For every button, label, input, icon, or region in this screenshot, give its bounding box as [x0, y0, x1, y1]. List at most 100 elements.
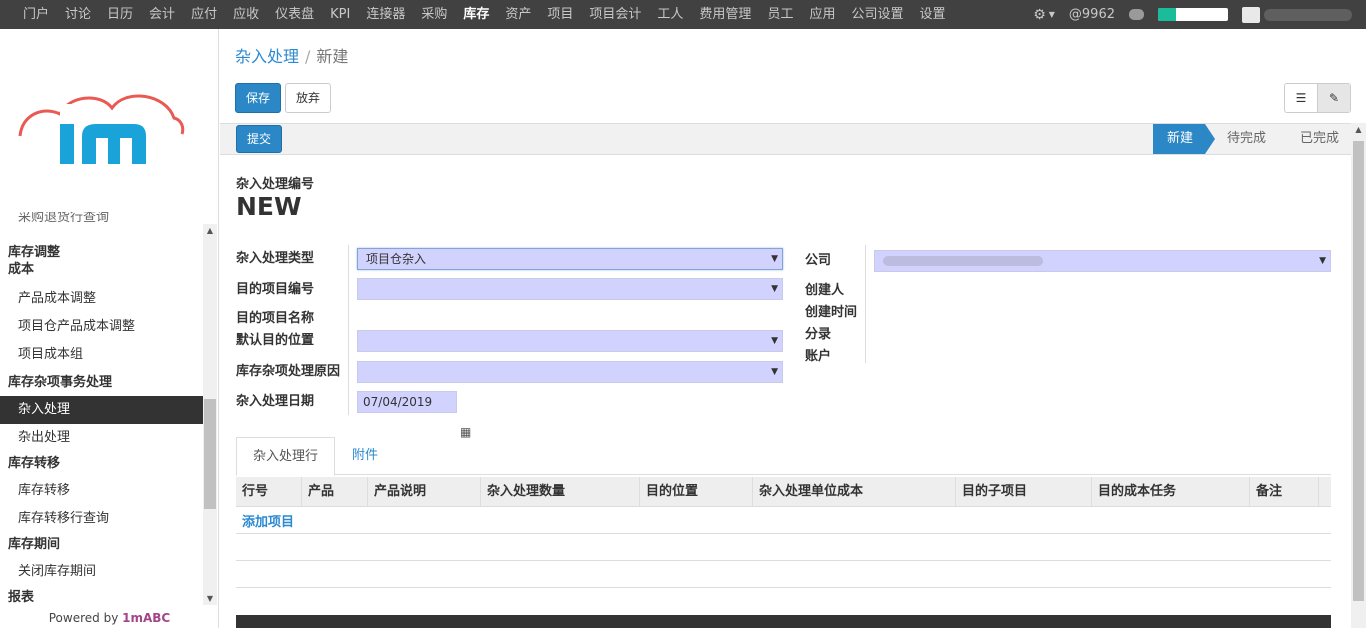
default-location-label: 默认目的位置: [236, 333, 315, 348]
app-logo: [18, 94, 185, 164]
sidebar-item-transfer-line-query[interactable]: 库存转移行查询: [0, 505, 203, 533]
sidebar-item-misc-issue[interactable]: 杂出处理: [0, 424, 203, 452]
menu-calendar[interactable]: 日历: [99, 0, 141, 29]
menu-expense[interactable]: 费用管理: [691, 0, 759, 29]
caret-down-icon: ▼: [1048, 10, 1055, 19]
scroll-up-icon[interactable]: ▲: [1351, 125, 1366, 134]
menu-receivable[interactable]: 应收: [225, 0, 267, 29]
chat-icon: [1129, 9, 1144, 20]
settings-dropdown[interactable]: ⚙ ▼: [1033, 7, 1055, 23]
company-label: 公司: [805, 253, 832, 268]
created-time-label: 创建时间: [805, 305, 858, 320]
breadcrumb-parent[interactable]: 杂入处理: [235, 47, 299, 66]
company-select[interactable]: ▼: [874, 250, 1331, 272]
menu-purchase[interactable]: 采购: [413, 0, 455, 29]
date-input[interactable]: 07/04/2019: [357, 391, 457, 413]
counter-value: 9962: [1081, 7, 1115, 22]
sidebar-item-cut[interactable]: 采购退货行查询: [0, 212, 203, 228]
progress-indicator: [1158, 8, 1228, 21]
menu-project[interactable]: 项目: [539, 0, 581, 29]
default-location-select[interactable]: ▼: [357, 330, 783, 352]
chat-button[interactable]: [1129, 9, 1144, 20]
submit-button[interactable]: 提交: [236, 125, 282, 153]
progress-fill: [1158, 8, 1176, 21]
user-menu[interactable]: [1242, 6, 1352, 23]
date-label: 杂入处理日期: [236, 394, 315, 409]
menu-portal[interactable]: 门户: [15, 0, 57, 29]
sidebar-nav: 采购退货行查询 库存调整 成本 产品成本调整 项目仓产品成本调整 项目成本组 库…: [0, 212, 203, 607]
project-number-select[interactable]: ▼: [357, 278, 783, 300]
sidebar-item-project-cost-group[interactable]: 项目成本组: [0, 341, 203, 369]
menu-assets[interactable]: 资产: [497, 0, 539, 29]
account-label: 账户: [805, 349, 832, 364]
progress-bar: [1158, 8, 1228, 21]
col-description[interactable]: 产品说明: [368, 477, 481, 507]
menu-company-settings[interactable]: 公司设置: [843, 0, 911, 29]
powered-brand[interactable]: 1mABC: [122, 611, 170, 625]
gear-icon: ⚙: [1033, 6, 1046, 23]
col-notes[interactable]: 备注: [1250, 477, 1319, 507]
col-unit-cost[interactable]: 杂入处理单位成本: [753, 477, 956, 507]
menu-discuss[interactable]: 讨论: [57, 0, 99, 29]
date-value: 07/04/2019: [363, 395, 433, 409]
menu-inventory[interactable]: 库存: [455, 0, 497, 29]
add-item-link[interactable]: 添加项目: [242, 511, 294, 530]
col-sub-project[interactable]: 目的子项目: [956, 477, 1092, 507]
form-sheet: 杂入处理编号 NEW 杂入处理类型 目的项目编号 目的项目名称 默认目的位置 库…: [220, 156, 1351, 628]
table-row: [236, 534, 1331, 561]
col-line-no[interactable]: 行号: [236, 477, 302, 507]
dropdown-arrow-icon: ▼: [771, 336, 778, 346]
sidebar-scrollbar[interactable]: ▲ ▼: [203, 224, 217, 605]
top-menu-bar: 门户 讨论 日历 会计 应付 应收 仪表盘 KPI 连接器 采购 库存 资产 项…: [0, 0, 1366, 29]
menu-apps[interactable]: 应用: [801, 0, 843, 29]
col-cost-task[interactable]: 目的成本任务: [1092, 477, 1250, 507]
menu-connector[interactable]: 连接器: [358, 0, 413, 29]
right-separator: [865, 245, 866, 363]
mentions-counter[interactable]: @9962: [1069, 7, 1115, 22]
dropdown-arrow-icon: ▼: [771, 367, 778, 377]
sidebar-item-transfer[interactable]: 库存转移: [0, 477, 203, 505]
scroll-up-icon[interactable]: ▲: [203, 226, 217, 235]
col-quantity[interactable]: 杂入处理数量: [481, 477, 640, 507]
reason-label: 库存杂项处理原因: [236, 364, 341, 379]
sidebar-header-misc: 库存杂项事务处理: [8, 375, 113, 390]
sidebar-item-product-cost-adjust[interactable]: 产品成本调整: [0, 285, 203, 313]
stage-done[interactable]: 已完成: [1278, 124, 1351, 154]
creator-label: 创建人: [805, 283, 845, 298]
menu-worker[interactable]: 工人: [649, 0, 691, 29]
menu-payable[interactable]: 应付: [183, 0, 225, 29]
col-product[interactable]: 产品: [302, 477, 368, 507]
type-label: 杂入处理类型: [236, 251, 315, 266]
menu-kpi[interactable]: KPI: [322, 0, 358, 29]
status-bar: 提交 新建 待完成 已完成: [220, 123, 1351, 155]
sidebar-header-adjust: 库存调整: [8, 245, 61, 260]
menu-accounting[interactable]: 会计: [141, 0, 183, 29]
tab-attachments[interactable]: 附件: [336, 437, 394, 476]
reason-select[interactable]: ▼: [357, 361, 783, 383]
col-location[interactable]: 目的位置: [640, 477, 753, 507]
menu-settings[interactable]: 设置: [911, 0, 953, 29]
topbar-right: ⚙ ▼ @9962: [1033, 0, 1366, 29]
main-scrollbar[interactable]: ▲: [1351, 123, 1366, 628]
number-label: 杂入处理编号: [236, 177, 315, 192]
list-view-icon[interactable]: ☰: [1285, 84, 1317, 112]
sidebar-item-misc-receipt[interactable]: 杂入处理: [0, 396, 203, 424]
stage-pending[interactable]: 待完成: [1205, 124, 1278, 154]
type-select[interactable]: 项目仓杂入 ▼: [357, 248, 783, 270]
scrollbar-thumb[interactable]: [1353, 141, 1364, 601]
menu-employee[interactable]: 员工: [759, 0, 801, 29]
main-menu: 门户 讨论 日历 会计 应付 应收 仪表盘 KPI 连接器 采购 库存 资产 项…: [0, 0, 954, 29]
menu-dashboard[interactable]: 仪表盘: [267, 0, 322, 29]
scrollbar-thumb[interactable]: [204, 399, 216, 509]
sidebar-item-project-warehouse-cost-adjust[interactable]: 项目仓产品成本调整: [0, 313, 203, 341]
breadcrumb: 杂入处理 / 新建: [235, 43, 348, 67]
sidebar-item-close-period[interactable]: 关闭库存期间: [0, 558, 203, 586]
save-button[interactable]: 保存: [235, 83, 281, 113]
discard-button[interactable]: 放弃: [285, 83, 331, 113]
menu-project-accounting[interactable]: 项目会计: [581, 0, 649, 29]
form-view-icon[interactable]: ✎: [1317, 84, 1350, 112]
tab-lines[interactable]: 杂入处理行: [236, 437, 336, 476]
scroll-down-icon[interactable]: ▼: [203, 594, 217, 603]
stage-new[interactable]: 新建: [1152, 124, 1215, 154]
breadcrumb-separator: /: [305, 47, 311, 66]
